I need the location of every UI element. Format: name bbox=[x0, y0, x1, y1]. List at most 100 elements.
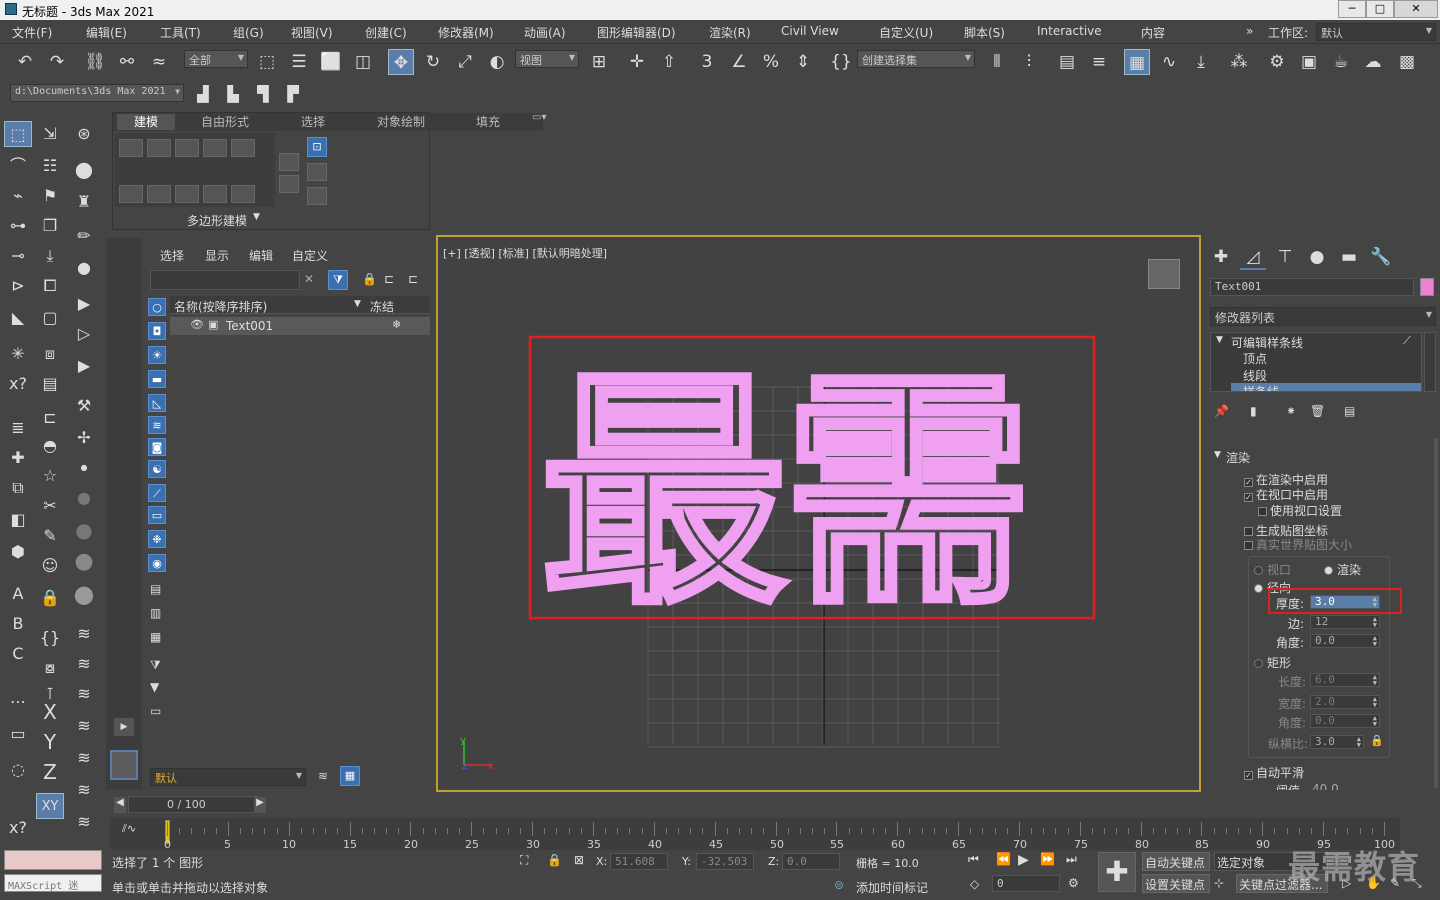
orbit-icon[interactable]: ▷ bbox=[1342, 876, 1351, 890]
link-list-icon[interactable]: ⧈ bbox=[36, 341, 64, 367]
angle2-spinner[interactable]: 0.0 ▲ ▼ bbox=[1310, 714, 1380, 728]
funnel-b-icon[interactable]: ▼ bbox=[150, 680, 159, 694]
axis-z-icon[interactable]: Z bbox=[36, 759, 64, 785]
menu-rendering[interactable]: 渲染(R) bbox=[709, 24, 751, 41]
maximize-button[interactable]: □ bbox=[1366, 0, 1394, 18]
brush-icon[interactable]: ✎ bbox=[36, 523, 64, 549]
axis-xy-icon[interactable]: x? bbox=[4, 815, 32, 841]
display-none-icon[interactable]: ○ bbox=[148, 298, 166, 316]
stack-c-icon[interactable]: ≋ bbox=[70, 681, 98, 707]
modifier-list-dropdown[interactable]: 修改器列表 ▼ bbox=[1210, 307, 1436, 326]
stack-g-icon[interactable]: ≋ bbox=[70, 809, 98, 835]
stack-scrollbar[interactable] bbox=[1424, 332, 1436, 392]
menu-tools[interactable]: 工具(T) bbox=[160, 24, 201, 41]
xref-icon[interactable]: ✳ bbox=[4, 341, 32, 367]
ribbon-tab-fill[interactable]: 填充 bbox=[476, 113, 500, 130]
motion-tab-icon[interactable]: ● bbox=[1304, 244, 1330, 270]
prev-frame-icon[interactable]: ⏪ bbox=[996, 852, 1011, 866]
tape-icon[interactable]: ⊸ bbox=[4, 243, 32, 269]
bind-spacewarp-icon[interactable]: ≈ bbox=[146, 49, 172, 75]
check-enable-viewport[interactable]: ✓ 在视口中启用 bbox=[1244, 486, 1328, 503]
eye-icon[interactable]: 👁 bbox=[190, 318, 204, 331]
axis-xy-plane-icon[interactable]: XY bbox=[36, 793, 64, 819]
list-icon[interactable]: ☷ bbox=[36, 153, 64, 179]
aspect-spinner[interactable]: 3.0 ▲ ▼ bbox=[1310, 735, 1364, 749]
go-end-icon[interactable]: ⏭ bbox=[1066, 852, 1077, 867]
radio-viewport[interactable]: 视口 bbox=[1254, 561, 1291, 578]
display-bones-icon[interactable]: ⟋ bbox=[148, 484, 166, 502]
menu-edit[interactable]: 编辑(E) bbox=[86, 24, 127, 41]
spinner-arrows-icon[interactable]: ▲ ▼ bbox=[1373, 715, 1377, 728]
page-c-icon[interactable]: ▦ bbox=[150, 630, 161, 644]
ribbon-options-icon[interactable]: ▭▾ bbox=[532, 112, 546, 123]
text-c-icon[interactable]: C bbox=[4, 641, 32, 667]
minimize-button[interactable]: ─ bbox=[1338, 0, 1366, 18]
freeze-icon[interactable]: ❄ bbox=[392, 318, 401, 331]
column-freeze[interactable]: 冻结 bbox=[370, 298, 394, 315]
poly-tool-a-icon[interactable] bbox=[119, 185, 143, 203]
tab-selection[interactable]: 选择 bbox=[293, 114, 333, 130]
configure-sets-icon[interactable]: ▤ bbox=[1344, 404, 1355, 418]
project-folder-icon[interactable]: ▟ bbox=[192, 83, 214, 105]
radio-rectangular-dot[interactable] bbox=[1254, 659, 1263, 668]
tab-object-paint[interactable]: 对象绘制 bbox=[369, 114, 433, 130]
dot-larger-icon[interactable]: ● bbox=[70, 549, 98, 575]
menu-customize[interactable]: 自定义(U) bbox=[879, 24, 933, 41]
spinner-arrows-icon[interactable]: ▲ ▼ bbox=[1373, 596, 1377, 609]
wrench-icon[interactable]: ⚒ bbox=[70, 393, 98, 419]
ruler-icon[interactable]: ▭ bbox=[4, 721, 32, 747]
radio-render[interactable]: 渲染 bbox=[1324, 561, 1361, 578]
isolate-icon[interactable]: ⛶ bbox=[520, 853, 528, 868]
key-mode-icon[interactable]: ◇ bbox=[970, 877, 979, 891]
stack-spline-row[interactable]: 样条线 bbox=[1231, 383, 1421, 391]
check-gen-mapping-box[interactable] bbox=[1244, 527, 1253, 536]
project-settings-icon[interactable]: ▛ bbox=[282, 83, 304, 105]
scale-icon[interactable]: ⤢ bbox=[452, 49, 478, 75]
layer-stack-icon[interactable]: ≋ bbox=[318, 769, 328, 783]
tab-edit[interactable]: 编辑 bbox=[249, 247, 273, 264]
stack-f-icon[interactable]: ≋ bbox=[70, 777, 98, 803]
selection-filter-dropdown[interactable]: 全部 ▼ bbox=[184, 50, 248, 68]
create-tab-icon[interactable]: ✚ bbox=[1208, 244, 1234, 270]
layers-icon[interactable]: ≣ bbox=[4, 415, 32, 441]
aspect-lock-icon[interactable]: 🔒 bbox=[1370, 734, 1384, 747]
maxscript-input[interactable]: MAXScript 迷 bbox=[4, 874, 102, 892]
filter-icon[interactable]: ⧩ bbox=[328, 270, 348, 290]
tab-select[interactable]: 选择 bbox=[160, 247, 184, 264]
clear-search-icon[interactable]: ✕ bbox=[304, 272, 314, 286]
spinner-snap-icon[interactable]: ⇕ bbox=[790, 49, 816, 75]
radio-radial-dot[interactable] bbox=[1254, 584, 1263, 593]
dot-largest-icon[interactable]: ● bbox=[70, 581, 98, 607]
film-icon[interactable]: ▶ bbox=[70, 353, 98, 379]
rollout-collapse-icon[interactable]: ▼ bbox=[1214, 450, 1221, 460]
spinner-arrows-icon[interactable]: ▲ ▼ bbox=[1373, 635, 1377, 648]
menu-interactive[interactable]: Interactive bbox=[1037, 24, 1102, 38]
hierarchy-icon[interactable]: ⊏ bbox=[384, 272, 394, 286]
check-autosmooth-box[interactable]: ✓ bbox=[1244, 771, 1253, 780]
zoom-icon[interactable]: ✎ bbox=[1390, 876, 1400, 890]
stack-pin-icon[interactable]: ⟋ bbox=[1403, 334, 1411, 348]
threshold-value[interactable]: 40.0 bbox=[1312, 782, 1339, 790]
material-editor-icon[interactable]: ⁂ bbox=[1226, 49, 1252, 75]
menu-views[interactable]: 视图(V) bbox=[291, 24, 333, 41]
layer-tree-icon[interactable]: ⊏ bbox=[408, 272, 418, 286]
time-prev-icon[interactable]: ◀ bbox=[114, 797, 126, 813]
ribbon-side-d-icon[interactable] bbox=[307, 187, 327, 205]
set-key-big-icon[interactable]: ✚ bbox=[1098, 852, 1136, 892]
pivot-icon[interactable]: ⊞ bbox=[586, 49, 612, 75]
tab-customize[interactable]: 自定义 bbox=[292, 247, 328, 264]
import-icon[interactable]: ⇲ bbox=[36, 121, 64, 147]
x-coordinate[interactable]: 51.608 bbox=[610, 853, 668, 870]
select-by-name-icon[interactable]: ☰ bbox=[286, 49, 312, 75]
move-icon[interactable]: ✥ bbox=[388, 49, 414, 75]
ribbon-footer-label[interactable]: 多边形建模 bbox=[187, 212, 247, 229]
link-icon[interactable]: ⛓ bbox=[82, 49, 108, 75]
text-b-icon[interactable]: B bbox=[4, 611, 32, 637]
project-template-icon[interactable]: ▜ bbox=[252, 83, 274, 105]
page-a-icon[interactable]: ▤ bbox=[150, 582, 161, 596]
z-coordinate[interactable]: 0.0 bbox=[782, 853, 840, 870]
table-row[interactable]: 👁 ▣ Text001 ❄ bbox=[170, 317, 430, 335]
layer-dropdown[interactable]: 默认 ▼ bbox=[150, 768, 306, 786]
display-geometry-icon[interactable]: ◘ bbox=[148, 322, 166, 340]
check-autosmooth[interactable]: ✓ 自动平滑 bbox=[1244, 764, 1304, 781]
